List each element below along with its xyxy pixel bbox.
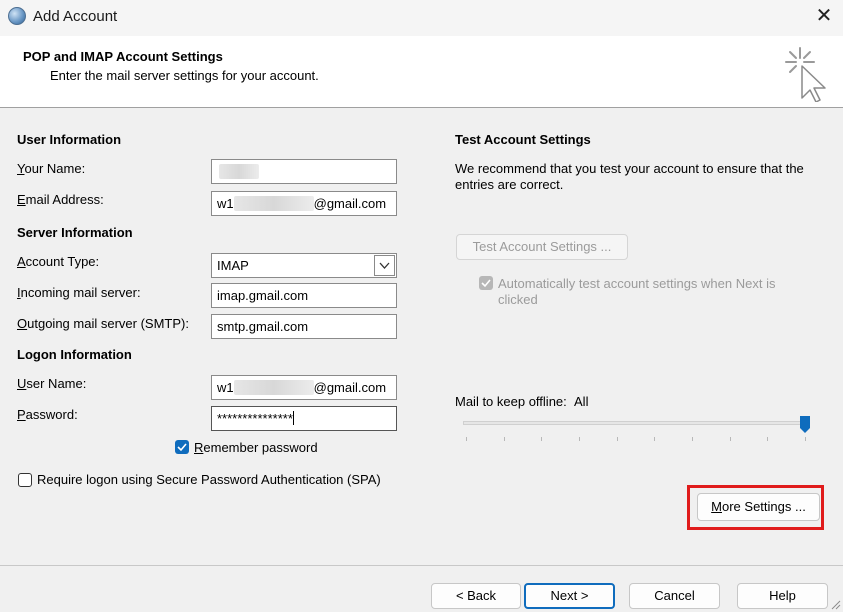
checkmark-icon xyxy=(177,443,187,452)
close-button[interactable]: ✕ xyxy=(808,2,840,32)
slider-tick xyxy=(767,437,769,441)
slider-tick xyxy=(503,437,505,441)
footer-divider xyxy=(0,565,843,566)
account-type-label: Account Type: xyxy=(17,254,100,269)
mail-offline-label-text: Mail to keep offline: xyxy=(455,394,567,409)
logon-information-heading: Logon Information xyxy=(17,347,132,362)
resize-grip-icon[interactable] xyxy=(829,598,841,610)
auto-test-checkbox[interactable] xyxy=(479,276,493,290)
offline-slider-thumb[interactable] xyxy=(800,416,810,433)
slider-thumb-shape xyxy=(800,416,810,433)
mail-offline-value: All xyxy=(574,394,589,409)
redacted-blur xyxy=(219,164,259,179)
remember-password-label-text: emember password xyxy=(203,440,318,455)
incoming-server-field[interactable]: imap.gmail.com xyxy=(211,283,397,308)
more-settings-button[interactable]: More Settings ... xyxy=(697,493,820,521)
slider-tick xyxy=(616,437,618,441)
server-information-heading: Server Information xyxy=(17,225,133,240)
next-button[interactable]: Next > xyxy=(524,583,615,609)
user-name-prefix: w1 xyxy=(217,380,234,395)
user-information-heading: User Information xyxy=(17,132,122,147)
cursor-sparkle-icon xyxy=(785,47,826,102)
remember-password-checkbox[interactable] xyxy=(175,440,189,454)
spa-label[interactable]: Require logon using Secure Password Auth… xyxy=(37,472,397,488)
outgoing-server-label-text: utgoing mail server (SMTP): xyxy=(27,316,189,331)
window-title: Add Account xyxy=(33,8,118,25)
cancel-button[interactable]: Cancel xyxy=(629,583,720,609)
your-name-label: Your Name: xyxy=(17,161,86,176)
dialog-header: POP and IMAP Account Settings Enter the … xyxy=(0,36,843,108)
slider-tick xyxy=(729,437,731,441)
slider-tick xyxy=(692,437,693,441)
password-label-text: assword: xyxy=(25,407,78,422)
slider-tick xyxy=(466,437,467,441)
help-button[interactable]: Help xyxy=(737,583,828,609)
email-address-label-text: mail Address: xyxy=(25,192,104,207)
slider-tick xyxy=(541,437,543,441)
account-type-select[interactable]: IMAP xyxy=(211,253,397,278)
slider-tick xyxy=(579,437,580,441)
slider-tick xyxy=(654,437,656,441)
user-name-field[interactable]: w1 @gmail.com xyxy=(211,375,397,400)
email-suffix: @gmail.com xyxy=(313,196,387,211)
redacted-blur xyxy=(233,380,314,395)
account-type-value: IMAP xyxy=(217,258,249,273)
app-globe-icon xyxy=(8,7,26,25)
your-name-field[interactable] xyxy=(211,159,397,184)
back-button[interactable]: < Back xyxy=(431,583,521,609)
outgoing-server-field[interactable]: smtp.gmail.com xyxy=(211,314,397,339)
header-subtitle: Enter the mail server settings for your … xyxy=(50,68,319,83)
header-title: POP and IMAP Account Settings xyxy=(23,49,223,64)
incoming-server-label: Incoming mail server: xyxy=(17,285,141,300)
your-name-label-text: our Name: xyxy=(24,161,86,176)
email-address-label: Email Address: xyxy=(17,192,104,207)
spa-checkbox[interactable] xyxy=(18,473,32,487)
chevron-down-icon[interactable] xyxy=(374,255,395,276)
incoming-server-label-text: ncoming mail server: xyxy=(20,285,141,300)
offline-slider-track[interactable] xyxy=(463,421,810,425)
user-name-label: User Name: xyxy=(17,376,87,391)
mail-offline-label: Mail to keep offline: All xyxy=(455,394,588,409)
checkmark-icon xyxy=(481,279,491,288)
title-bar xyxy=(0,0,843,36)
test-settings-description: We recommend that you test your account … xyxy=(455,161,804,192)
test-account-settings-heading: Test Account Settings xyxy=(455,132,591,147)
user-name-suffix: @gmail.com xyxy=(313,380,387,395)
text-caret xyxy=(292,411,294,425)
remember-password-label[interactable]: Remember password xyxy=(194,440,318,455)
password-label: Password: xyxy=(17,407,78,422)
chevron-down-glyph xyxy=(379,262,390,269)
more-settings-label: ore Settings ... xyxy=(722,499,806,514)
account-type-label-text: ccount Type: xyxy=(25,254,100,269)
test-account-settings-button[interactable]: Test Account Settings ... xyxy=(456,234,628,260)
auto-test-label: Automatically test account settings when… xyxy=(498,276,776,307)
email-address-field[interactable]: w1 @gmail.com xyxy=(211,191,397,216)
password-value: *************** xyxy=(217,411,293,426)
user-name-label-text: ser Name: xyxy=(26,376,87,391)
outgoing-server-label: Outgoing mail server (SMTP): xyxy=(17,316,189,331)
slider-tick xyxy=(805,437,806,441)
email-prefix: w1 xyxy=(217,196,234,211)
redacted-blur xyxy=(233,196,314,211)
password-field[interactable]: *************** xyxy=(211,406,397,431)
